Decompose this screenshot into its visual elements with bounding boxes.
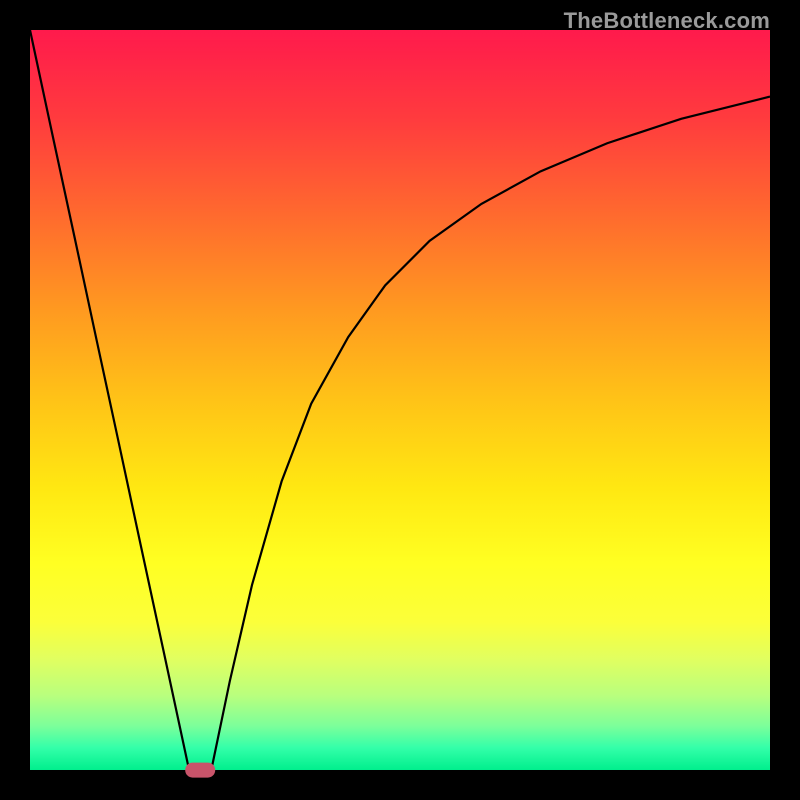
curve-left: [30, 30, 189, 770]
chart-container: TheBottleneck.com: [0, 0, 800, 800]
curve-svg: [30, 30, 770, 770]
bottleneck-marker: [185, 763, 215, 778]
plot-area: [30, 30, 770, 770]
curve-right: [211, 97, 770, 770]
